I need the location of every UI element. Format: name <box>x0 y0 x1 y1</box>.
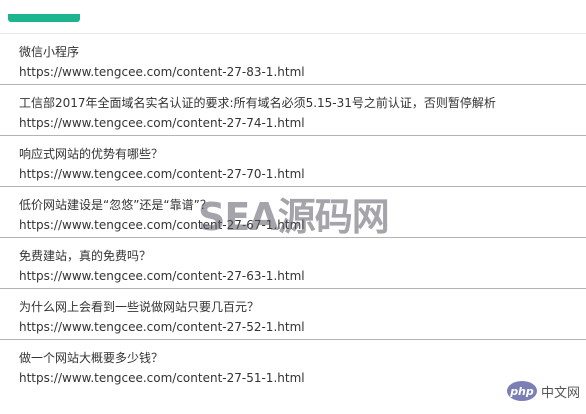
list-item[interactable]: 响应式网站的优势有哪些？ https://www.tengcee.com/con… <box>0 136 586 187</box>
article-url-link[interactable]: https://www.tengcee.com/content-27-74-1.… <box>19 116 305 130</box>
header-accent-bar <box>8 14 80 22</box>
page: 微信小程序 https://www.tengcee.com/content-27… <box>0 0 586 414</box>
list-item[interactable]: 低价网站建设是“忽悠”还是“靠谱”？ https://www.tengcee.c… <box>0 187 586 238</box>
article-url-link[interactable]: https://www.tengcee.com/content-27-52-1.… <box>19 320 305 334</box>
article-title-link[interactable]: 低价网站建设是“忽悠”还是“靠谱”？ <box>19 198 212 212</box>
article-url-link[interactable]: https://www.tengcee.com/content-27-63-1.… <box>19 269 305 283</box>
article-title-link[interactable]: 为什么网上会看到一些说做网站只要几百元？ <box>19 300 259 314</box>
article-list: 微信小程序 https://www.tengcee.com/content-27… <box>0 34 586 391</box>
section-header <box>0 0 586 34</box>
article-url-link[interactable]: https://www.tengcee.com/content-27-67-1.… <box>19 218 305 232</box>
article-title-link[interactable]: 响应式网站的优势有哪些？ <box>19 147 163 161</box>
list-item[interactable]: 为什么网上会看到一些说做网站只要几百元？ https://www.tengcee… <box>0 289 586 340</box>
article-title-link[interactable]: 免费建站，真的免费吗？ <box>19 249 151 263</box>
list-item[interactable]: 微信小程序 https://www.tengcee.com/content-27… <box>0 34 586 85</box>
article-url-link[interactable]: https://www.tengcee.com/content-27-83-1.… <box>19 65 305 79</box>
list-item[interactable]: 免费建站，真的免费吗？ https://www.tengcee.com/cont… <box>0 238 586 289</box>
article-title-link[interactable]: 做一个网站大概要多少钱？ <box>19 351 163 365</box>
article-url-link[interactable]: https://www.tengcee.com/content-27-70-1.… <box>19 167 305 181</box>
article-url-link[interactable]: https://www.tengcee.com/content-27-51-1.… <box>19 371 305 385</box>
article-title-link[interactable]: 工信部2017年全面域名实名认证的要求:所有域名必须5.15-31号之前认证，否… <box>19 96 496 110</box>
article-title-link[interactable]: 微信小程序 <box>19 45 79 59</box>
list-item[interactable]: 做一个网站大概要多少钱？ https://www.tengcee.com/con… <box>0 340 586 391</box>
list-item[interactable]: 工信部2017年全面域名实名认证的要求:所有域名必须5.15-31号之前认证，否… <box>0 85 586 136</box>
